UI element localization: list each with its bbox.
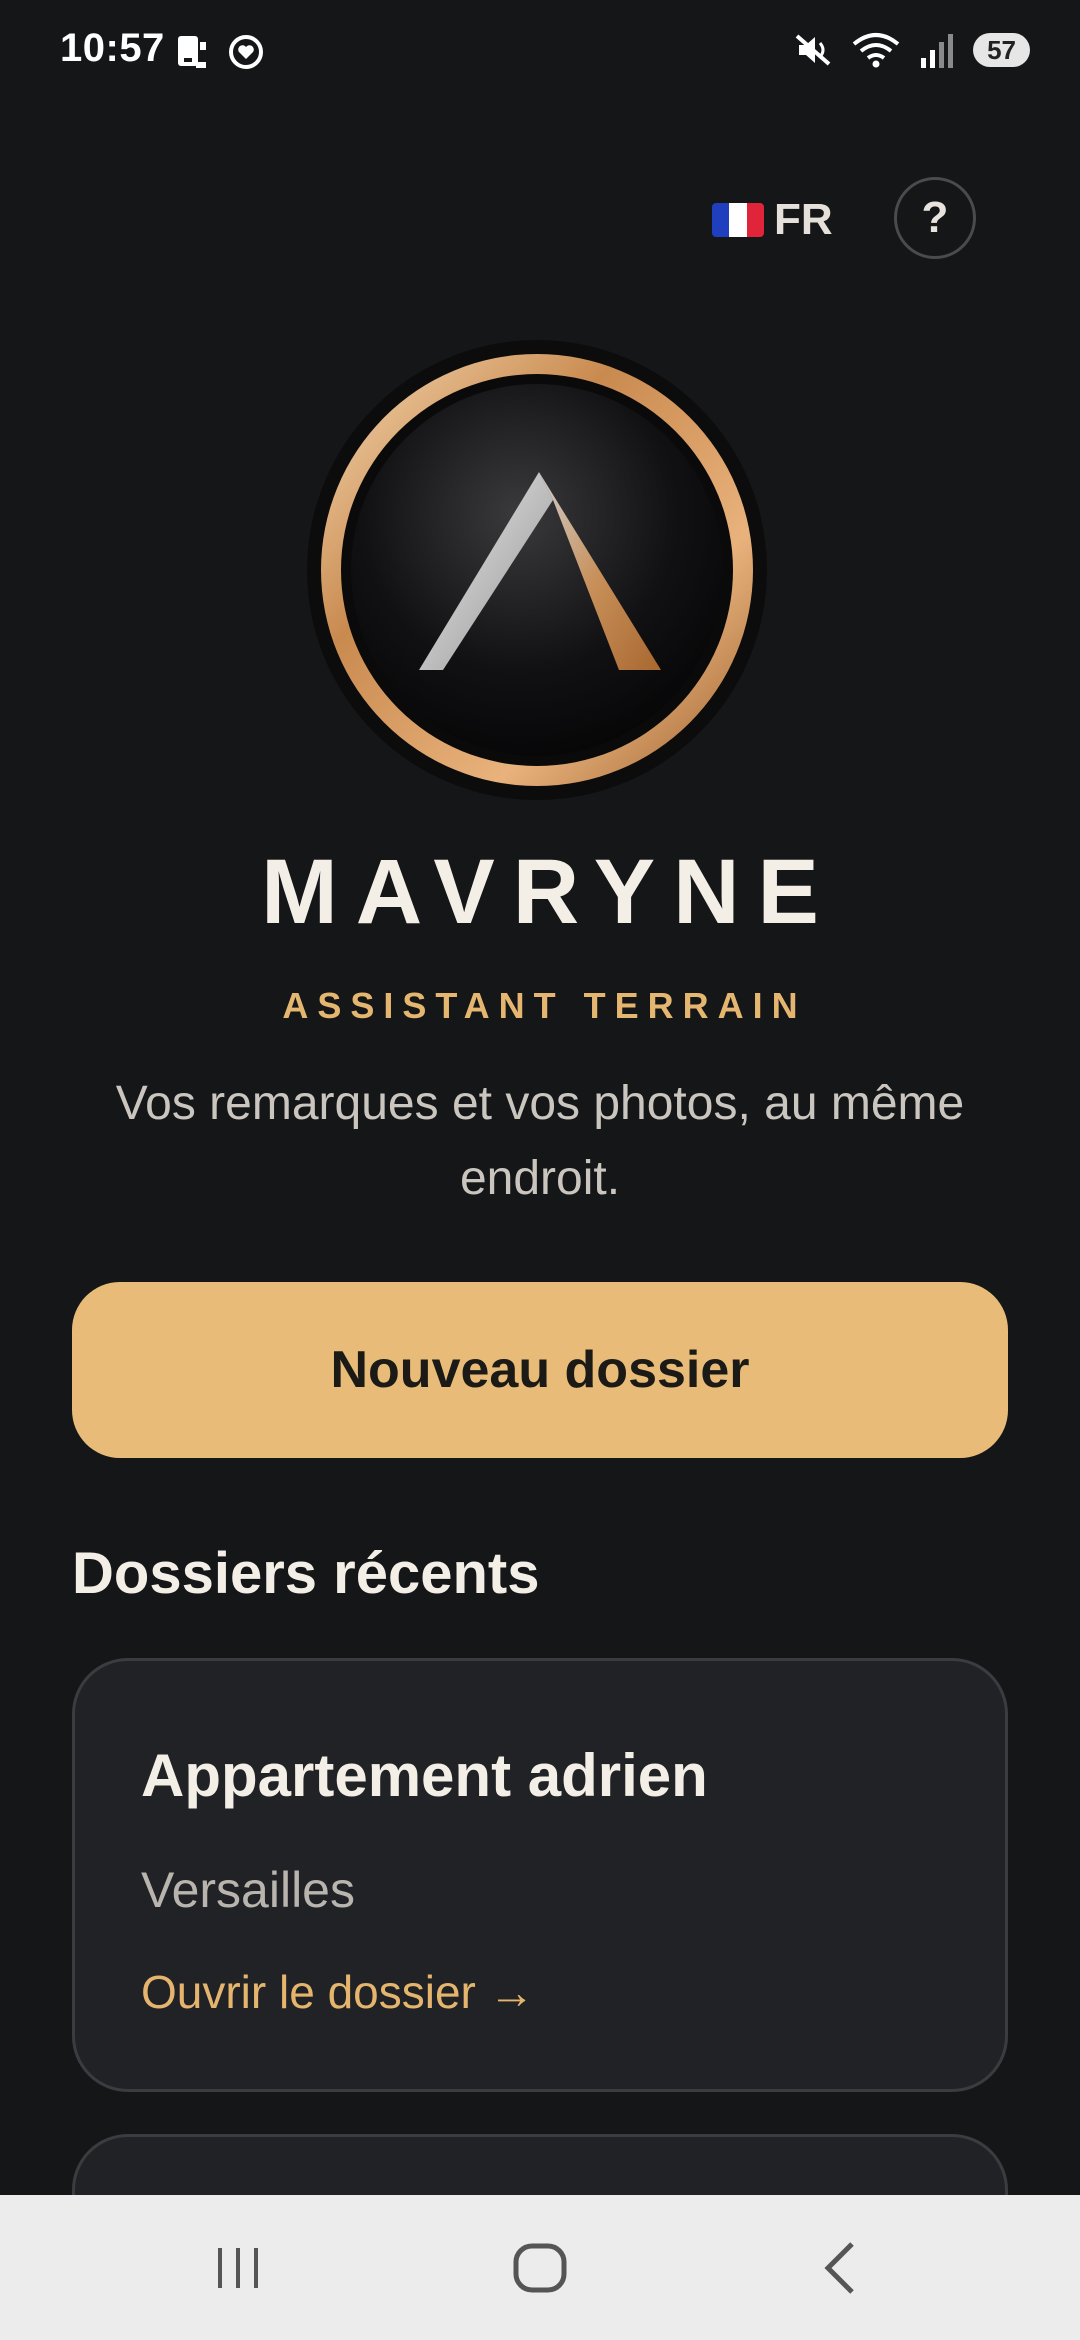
recent-folders-title: Dossiers récents bbox=[72, 1541, 540, 1606]
status-time: 10:57 bbox=[60, 26, 165, 70]
system-status-icons: 57 bbox=[793, 30, 1030, 70]
status-bar: 10:57 57 bbox=[0, 0, 1080, 100]
brand-subtitle: ASSISTANT TERRAIN bbox=[282, 985, 807, 1026]
navigation-bar bbox=[0, 2195, 1080, 2340]
home-screen: 10:57 57 FR ? MAVRYNE ASSISTANT TERRAIN … bbox=[0, 0, 1080, 2340]
wifi-icon bbox=[852, 33, 900, 68]
heart-circle-icon bbox=[229, 35, 263, 69]
open-folder-link[interactable]: Ouvrir le dossier → bbox=[141, 1965, 535, 2019]
help-button[interactable]: ? bbox=[894, 177, 976, 259]
back-button[interactable] bbox=[742, 2195, 942, 2340]
language-selector[interactable]: FR bbox=[712, 190, 833, 250]
help-icon: ? bbox=[921, 193, 949, 242]
signal-icon bbox=[921, 34, 954, 68]
back-icon bbox=[824, 2241, 854, 2294]
french-flag-icon bbox=[712, 203, 764, 237]
recents-button[interactable] bbox=[138, 2195, 338, 2340]
battery-level: 57 bbox=[973, 33, 1030, 67]
mute-icon bbox=[795, 34, 831, 66]
language-code: FR bbox=[774, 195, 833, 244]
new-folder-button[interactable]: Nouveau dossier bbox=[72, 1282, 1008, 1458]
home-button[interactable] bbox=[440, 2195, 640, 2340]
folder-name: Appartement adrien bbox=[141, 1742, 708, 1809]
mavryne-logo bbox=[307, 340, 767, 800]
brand-name: MAVRYNE bbox=[261, 841, 837, 943]
folder-card[interactable]: Appartement adrien Versailles Ouvrir le … bbox=[72, 1658, 1008, 2092]
home-icon bbox=[513, 2243, 567, 2292]
phone-sync-icon bbox=[178, 36, 206, 68]
tagline: Vos remarques et vos photos, au même end… bbox=[115, 1077, 965, 1205]
notification-icons bbox=[172, 32, 266, 72]
recents-icon bbox=[218, 2247, 258, 2288]
folder-location: Versailles bbox=[141, 1862, 355, 1918]
